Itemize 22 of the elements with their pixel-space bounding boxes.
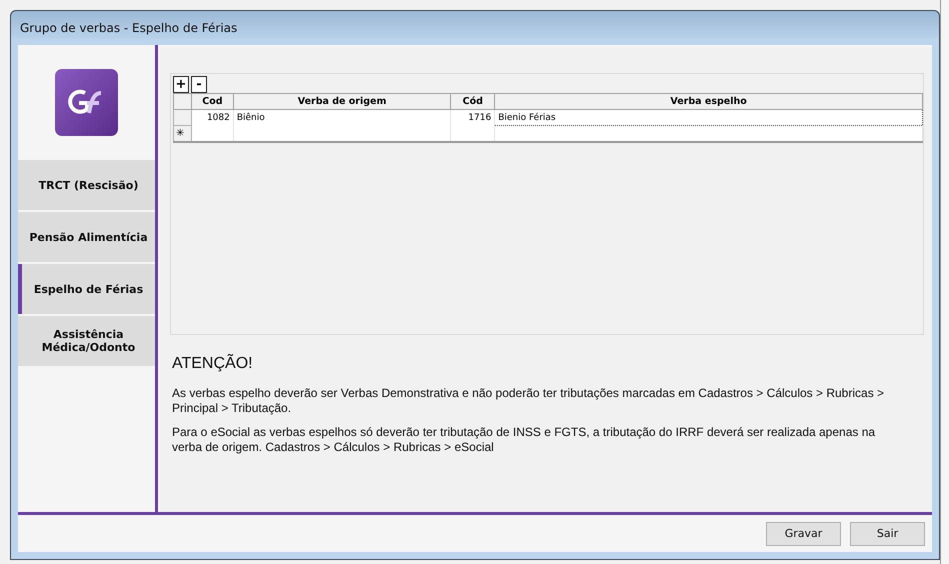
- table-cell: Biênio: [233, 110, 451, 126]
- table-cell: Bienio Férias: [494, 110, 922, 126]
- window-title: Grupo de verbas - Espelho de Férias: [20, 21, 238, 35]
- sidebar-tab[interactable]: Assistência Médica/Odonto: [18, 316, 155, 366]
- column-header[interactable]: Verba espelho: [494, 94, 922, 110]
- column-header[interactable]: Verba de origem: [233, 94, 451, 110]
- save-button[interactable]: Gravar: [766, 522, 841, 546]
- add-row-button[interactable]: +: [173, 76, 189, 93]
- sidebar-tab[interactable]: TRCT (Rescisão): [18, 160, 155, 210]
- notice-text: As verbas espelho deverão ser Verbas Demonstrativa e não poderão ter tributações marcadas em Cadastros > Cálculos > Rubricas > Principal > Tributação.: [172, 386, 886, 416]
- sidebar-tab[interactable]: Pensão Alimentícia: [18, 212, 155, 262]
- notice-text: Para o eSocial as verbas espelhos só deverão ter tributação de INSS e FGTS, a tributação do IRRF deverá ser realizada apenas na verba de origem. Cadastros > Cálculos > Rubricas > eSocial: [172, 425, 876, 455]
- table-cell: 1716: [450, 110, 495, 126]
- exit-button[interactable]: Sair: [850, 522, 925, 546]
- sidebar-tab[interactable]: Espelho de Férias: [18, 264, 155, 314]
- notice-title: ATENÇÃO!: [172, 355, 254, 373]
- app-logo-icon: [55, 69, 118, 136]
- column-header[interactable]: Cód: [450, 94, 495, 110]
- column-header[interactable]: Cod: [191, 94, 234, 110]
- table-cell: 1082: [191, 110, 234, 126]
- new-row-marker: ✳: [174, 126, 192, 142]
- remove-row-button[interactable]: -: [191, 76, 207, 93]
